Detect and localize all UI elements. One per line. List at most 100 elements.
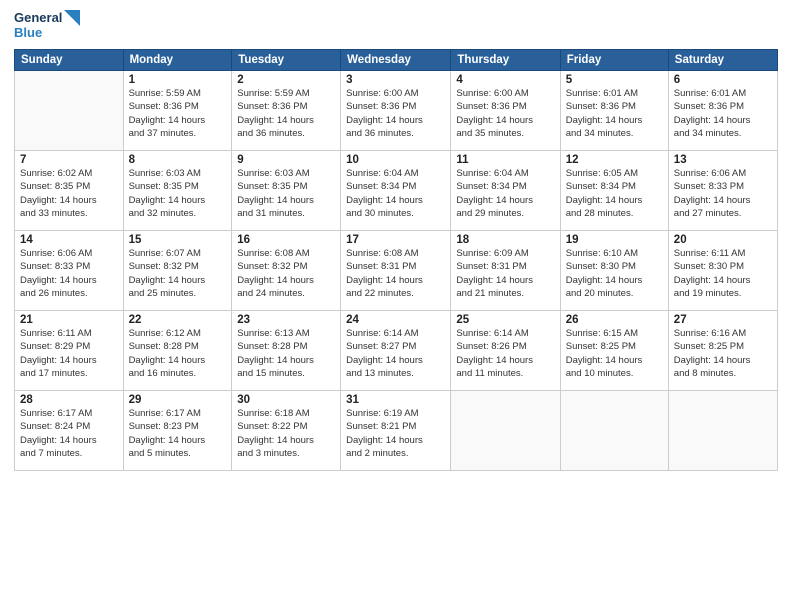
week-row-3: 14Sunrise: 6:06 AM Sunset: 8:33 PM Dayli… <box>15 230 778 310</box>
day-cell: 8Sunrise: 6:03 AM Sunset: 8:35 PM Daylig… <box>123 150 232 230</box>
day-cell: 2Sunrise: 5:59 AM Sunset: 8:36 PM Daylig… <box>232 70 341 150</box>
day-info: Sunrise: 6:00 AM Sunset: 8:36 PM Dayligh… <box>456 87 554 140</box>
day-info: Sunrise: 6:08 AM Sunset: 8:32 PM Dayligh… <box>237 247 335 300</box>
day-number: 31 <box>346 394 445 406</box>
day-info: Sunrise: 6:05 AM Sunset: 8:34 PM Dayligh… <box>566 167 663 220</box>
day-number: 1 <box>129 74 227 86</box>
week-row-4: 21Sunrise: 6:11 AM Sunset: 8:29 PM Dayli… <box>15 310 778 390</box>
day-info: Sunrise: 6:07 AM Sunset: 8:32 PM Dayligh… <box>129 247 227 300</box>
day-number: 8 <box>129 154 227 166</box>
day-info: Sunrise: 6:01 AM Sunset: 8:36 PM Dayligh… <box>566 87 663 140</box>
day-number: 7 <box>20 154 118 166</box>
day-number: 17 <box>346 234 445 246</box>
col-header-saturday: Saturday <box>668 49 777 70</box>
day-number: 6 <box>674 74 772 86</box>
day-cell <box>15 70 124 150</box>
week-row-2: 7Sunrise: 6:02 AM Sunset: 8:35 PM Daylig… <box>15 150 778 230</box>
day-cell: 3Sunrise: 6:00 AM Sunset: 8:36 PM Daylig… <box>341 70 451 150</box>
day-number: 10 <box>346 154 445 166</box>
page: General Blue SundayMondayTuesdayWednesda… <box>0 0 792 612</box>
day-number: 26 <box>566 314 663 326</box>
week-row-1: 1Sunrise: 5:59 AM Sunset: 8:36 PM Daylig… <box>15 70 778 150</box>
day-info: Sunrise: 6:01 AM Sunset: 8:36 PM Dayligh… <box>674 87 772 140</box>
day-info: Sunrise: 6:14 AM Sunset: 8:27 PM Dayligh… <box>346 327 445 380</box>
week-row-5: 28Sunrise: 6:17 AM Sunset: 8:24 PM Dayli… <box>15 390 778 470</box>
day-number: 21 <box>20 314 118 326</box>
day-cell: 15Sunrise: 6:07 AM Sunset: 8:32 PM Dayli… <box>123 230 232 310</box>
day-number: 23 <box>237 314 335 326</box>
day-info: Sunrise: 6:09 AM Sunset: 8:31 PM Dayligh… <box>456 247 554 300</box>
logo-general: General <box>14 11 62 26</box>
logo: General Blue <box>14 10 80 41</box>
col-header-sunday: Sunday <box>15 49 124 70</box>
day-info: Sunrise: 6:04 AM Sunset: 8:34 PM Dayligh… <box>456 167 554 220</box>
day-info: Sunrise: 5:59 AM Sunset: 8:36 PM Dayligh… <box>129 87 227 140</box>
calendar: SundayMondayTuesdayWednesdayThursdayFrid… <box>14 49 778 471</box>
day-number: 28 <box>20 394 118 406</box>
day-cell: 27Sunrise: 6:16 AM Sunset: 8:25 PM Dayli… <box>668 310 777 390</box>
day-cell: 22Sunrise: 6:12 AM Sunset: 8:28 PM Dayli… <box>123 310 232 390</box>
day-cell: 30Sunrise: 6:18 AM Sunset: 8:22 PM Dayli… <box>232 390 341 470</box>
day-info: Sunrise: 6:06 AM Sunset: 8:33 PM Dayligh… <box>20 247 118 300</box>
day-info: Sunrise: 6:10 AM Sunset: 8:30 PM Dayligh… <box>566 247 663 300</box>
day-info: Sunrise: 6:00 AM Sunset: 8:36 PM Dayligh… <box>346 87 445 140</box>
day-info: Sunrise: 6:17 AM Sunset: 8:24 PM Dayligh… <box>20 407 118 460</box>
logo-blue: Blue <box>14 26 80 41</box>
col-header-wednesday: Wednesday <box>341 49 451 70</box>
day-number: 15 <box>129 234 227 246</box>
day-cell: 12Sunrise: 6:05 AM Sunset: 8:34 PM Dayli… <box>560 150 668 230</box>
day-cell: 26Sunrise: 6:15 AM Sunset: 8:25 PM Dayli… <box>560 310 668 390</box>
day-number: 18 <box>456 234 554 246</box>
day-cell: 17Sunrise: 6:08 AM Sunset: 8:31 PM Dayli… <box>341 230 451 310</box>
day-info: Sunrise: 5:59 AM Sunset: 8:36 PM Dayligh… <box>237 87 335 140</box>
day-cell <box>451 390 560 470</box>
day-cell: 29Sunrise: 6:17 AM Sunset: 8:23 PM Dayli… <box>123 390 232 470</box>
day-number: 24 <box>346 314 445 326</box>
day-cell: 11Sunrise: 6:04 AM Sunset: 8:34 PM Dayli… <box>451 150 560 230</box>
day-number: 11 <box>456 154 554 166</box>
day-cell: 19Sunrise: 6:10 AM Sunset: 8:30 PM Dayli… <box>560 230 668 310</box>
day-info: Sunrise: 6:11 AM Sunset: 8:29 PM Dayligh… <box>20 327 118 380</box>
day-number: 16 <box>237 234 335 246</box>
day-cell: 14Sunrise: 6:06 AM Sunset: 8:33 PM Dayli… <box>15 230 124 310</box>
day-cell: 16Sunrise: 6:08 AM Sunset: 8:32 PM Dayli… <box>232 230 341 310</box>
day-number: 5 <box>566 74 663 86</box>
day-info: Sunrise: 6:14 AM Sunset: 8:26 PM Dayligh… <box>456 327 554 380</box>
day-info: Sunrise: 6:12 AM Sunset: 8:28 PM Dayligh… <box>129 327 227 380</box>
header: General Blue <box>14 10 778 41</box>
day-number: 3 <box>346 74 445 86</box>
day-cell: 6Sunrise: 6:01 AM Sunset: 8:36 PM Daylig… <box>668 70 777 150</box>
day-info: Sunrise: 6:04 AM Sunset: 8:34 PM Dayligh… <box>346 167 445 220</box>
day-cell: 4Sunrise: 6:00 AM Sunset: 8:36 PM Daylig… <box>451 70 560 150</box>
day-info: Sunrise: 6:17 AM Sunset: 8:23 PM Dayligh… <box>129 407 227 460</box>
day-number: 4 <box>456 74 554 86</box>
day-number: 25 <box>456 314 554 326</box>
day-number: 27 <box>674 314 772 326</box>
col-header-friday: Friday <box>560 49 668 70</box>
day-number: 13 <box>674 154 772 166</box>
day-number: 30 <box>237 394 335 406</box>
day-number: 22 <box>129 314 227 326</box>
day-cell: 9Sunrise: 6:03 AM Sunset: 8:35 PM Daylig… <box>232 150 341 230</box>
day-info: Sunrise: 6:19 AM Sunset: 8:21 PM Dayligh… <box>346 407 445 460</box>
day-info: Sunrise: 6:02 AM Sunset: 8:35 PM Dayligh… <box>20 167 118 220</box>
day-cell: 20Sunrise: 6:11 AM Sunset: 8:30 PM Dayli… <box>668 230 777 310</box>
day-cell: 23Sunrise: 6:13 AM Sunset: 8:28 PM Dayli… <box>232 310 341 390</box>
day-cell <box>668 390 777 470</box>
day-info: Sunrise: 6:11 AM Sunset: 8:30 PM Dayligh… <box>674 247 772 300</box>
day-cell: 25Sunrise: 6:14 AM Sunset: 8:26 PM Dayli… <box>451 310 560 390</box>
day-cell: 24Sunrise: 6:14 AM Sunset: 8:27 PM Dayli… <box>341 310 451 390</box>
day-info: Sunrise: 6:18 AM Sunset: 8:22 PM Dayligh… <box>237 407 335 460</box>
day-info: Sunrise: 6:13 AM Sunset: 8:28 PM Dayligh… <box>237 327 335 380</box>
day-info: Sunrise: 6:15 AM Sunset: 8:25 PM Dayligh… <box>566 327 663 380</box>
day-info: Sunrise: 6:03 AM Sunset: 8:35 PM Dayligh… <box>129 167 227 220</box>
day-number: 20 <box>674 234 772 246</box>
day-cell: 10Sunrise: 6:04 AM Sunset: 8:34 PM Dayli… <box>341 150 451 230</box>
logo-text: General Blue <box>14 10 80 41</box>
col-header-monday: Monday <box>123 49 232 70</box>
day-number: 14 <box>20 234 118 246</box>
day-number: 2 <box>237 74 335 86</box>
day-number: 9 <box>237 154 335 166</box>
day-number: 29 <box>129 394 227 406</box>
day-cell: 31Sunrise: 6:19 AM Sunset: 8:21 PM Dayli… <box>341 390 451 470</box>
